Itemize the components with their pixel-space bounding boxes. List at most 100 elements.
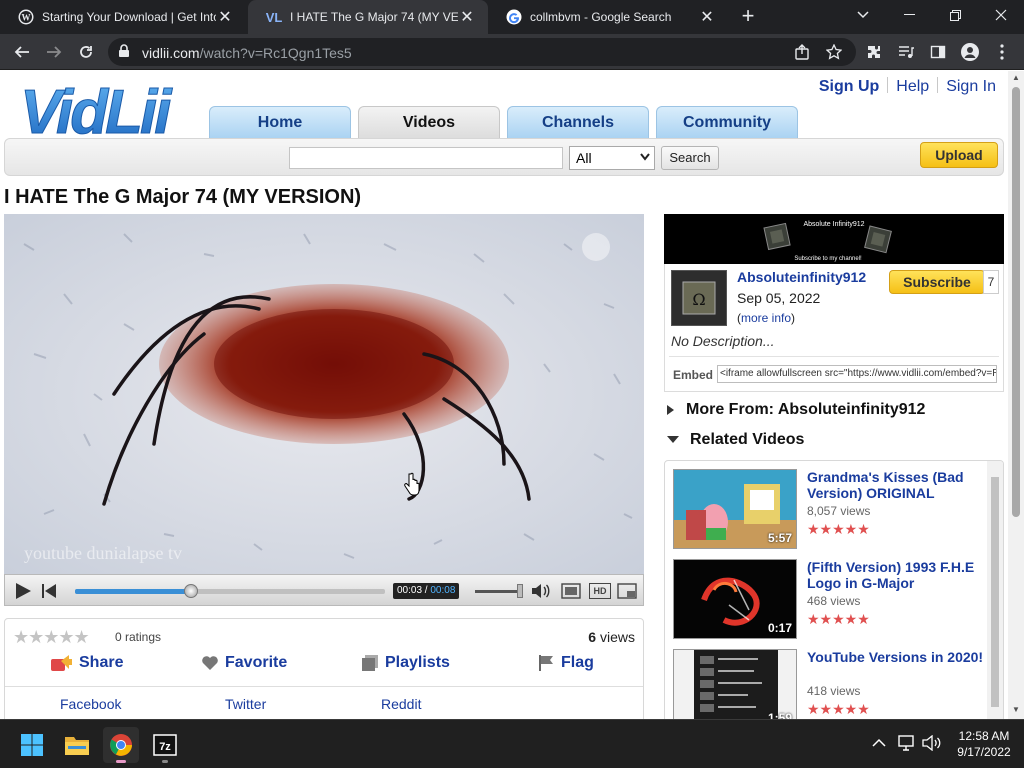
chrome-icon[interactable] <box>103 727 139 763</box>
page-scrollbar[interactable]: ▲ ▼ <box>1008 71 1024 719</box>
search-button[interactable]: Search <box>661 146 719 170</box>
file-explorer-icon[interactable] <box>59 727 95 763</box>
video-thumbnail[interactable]: 1:59 <box>673 649 797 719</box>
close-tab-icon[interactable]: ✕ <box>698 8 716 26</box>
video-thumbnail[interactable]: 0:17 <box>673 559 797 639</box>
volume-icon[interactable] <box>531 582 551 600</box>
share-button[interactable]: Share <box>49 652 123 674</box>
close-tab-icon[interactable]: ✕ <box>458 8 476 26</box>
scroll-up-icon[interactable]: ▲ <box>1012 73 1020 82</box>
volume-handle[interactable] <box>517 584 523 598</box>
channel-banner[interactable]: Absolute Infinity912 Subscribe to my cha… <box>664 214 1004 264</box>
channel-info-box: Ω Absoluteinfinity912 Sep 05, 2022 (more… <box>664 264 1004 392</box>
browser-tab-download[interactable]: W Starting Your Download | Get Into ✕ <box>0 0 246 34</box>
browser-tab-google[interactable]: collmbvm - Google Search ✕ <box>488 0 728 34</box>
nav-tab-home[interactable]: Home <box>209 106 351 139</box>
related-scrollbar[interactable] <box>987 461 1003 719</box>
7zip-icon[interactable]: 7z <box>147 727 183 763</box>
related-video-title[interactable]: (Fifth Version) 1993 F.H.E Logo in G-Maj… <box>807 559 989 591</box>
flag-button[interactable]: Flag <box>537 652 594 674</box>
forward-icon[interactable] <box>42 40 66 64</box>
channel-name-link[interactable]: Absoluteinfinity912 <box>737 269 866 285</box>
close-window-button[interactable] <box>978 0 1024 30</box>
minimize-button[interactable] <box>886 0 932 30</box>
reload-icon[interactable] <box>74 40 98 64</box>
seek-bar[interactable] <box>75 584 385 598</box>
reddit-link[interactable]: Reddit <box>381 696 421 712</box>
related-video-item[interactable]: 5:57 Grandma's Kisses (Bad Version) ORIG… <box>673 469 985 551</box>
nav-tab-community[interactable]: Community <box>656 106 798 139</box>
system-clock[interactable]: 12:58 AM 9/17/2022 <box>946 728 1022 760</box>
share-icon <box>51 655 72 671</box>
related-video-title[interactable]: Grandma's Kisses (Bad Version) ORIGINAL <box>807 469 989 501</box>
facebook-link[interactable]: Facebook <box>60 696 121 712</box>
extensions-icon[interactable] <box>862 40 886 64</box>
url-text: vidlii.com/watch?v=Rc1Qgn1Tes5 <box>142 45 352 61</box>
related-video-views: 8,057 views <box>807 504 871 518</box>
related-video-item[interactable]: 1:59 YouTube Versions in 2020! 418 views… <box>673 649 985 719</box>
scroll-down-icon[interactable]: ▼ <box>1012 705 1020 714</box>
rating-stars[interactable]: ★★★★★ <box>13 627 90 648</box>
related-video-item[interactable]: 0:17 (Fifth Version) 1993 F.H.E Logo in … <box>673 559 985 641</box>
sign-in-link[interactable]: Sign In <box>946 78 996 96</box>
network-icon[interactable] <box>898 735 916 751</box>
related-video-title[interactable]: YouTube Versions in 2020! <box>807 649 989 665</box>
media-control-icon[interactable] <box>894 40 918 64</box>
more-info-link[interactable]: more info <box>741 311 791 325</box>
profile-icon[interactable] <box>958 40 982 64</box>
help-link[interactable]: Help <box>896 78 929 96</box>
playlists-button[interactable]: Playlists <box>361 652 450 674</box>
channel-avatar[interactable]: Ω <box>671 270 727 326</box>
menu-kebab-icon[interactable] <box>990 40 1014 64</box>
search-input[interactable] <box>289 147 563 169</box>
favorite-button[interactable]: Favorite <box>201 652 287 674</box>
expand-right-icon <box>667 405 674 415</box>
fullscreen-icon[interactable] <box>617 583 637 599</box>
seek-handle[interactable] <box>184 584 199 598</box>
start-icon[interactable] <box>14 727 50 763</box>
tab-search-icon[interactable] <box>840 0 886 30</box>
side-panel-icon[interactable] <box>926 40 950 64</box>
more-from-header[interactable]: More From: Absoluteinfinity912 <box>666 401 925 419</box>
volume-slider[interactable] <box>475 584 523 598</box>
time-display: 00:03 / 00:08 <box>393 583 460 599</box>
tab-title: collmbvm - Google Search <box>530 10 672 24</box>
sign-up-link[interactable]: Sign Up <box>819 78 879 96</box>
browser-tab-vidlii[interactable]: VL I HATE The G Major 74 (MY VERSI ✕ <box>248 0 488 34</box>
twitter-link[interactable]: Twitter <box>225 696 266 712</box>
close-tab-icon[interactable]: ✕ <box>216 8 234 26</box>
back-icon[interactable] <box>10 40 34 64</box>
speaker-icon[interactable] <box>922 735 942 751</box>
video-player[interactable]: youtube dunialapse tv <box>4 214 644 574</box>
video-thumbnail[interactable]: 5:57 <box>673 469 797 549</box>
page-scrollbar-thumb[interactable] <box>1012 87 1020 517</box>
address-bar[interactable]: vidlii.com/watch?v=Rc1Qgn1Tes5 <box>108 38 856 66</box>
chevron-up-icon[interactable] <box>872 738 886 748</box>
heart-icon <box>202 656 218 670</box>
popout-icon[interactable] <box>561 583 581 599</box>
vidlii-logo[interactable]: VidLii <box>20 77 180 138</box>
subscribe-button[interactable]: Subscribe <box>889 270 985 294</box>
play-icon[interactable] <box>13 581 33 601</box>
new-tab-button[interactable]: + <box>736 5 760 29</box>
share-icon[interactable] <box>790 40 814 64</box>
svg-text:youtube dunialapse tv: youtube dunialapse tv <box>24 543 182 563</box>
nav-tab-channels[interactable]: Channels <box>507 106 649 139</box>
skip-back-icon[interactable] <box>41 581 57 601</box>
svg-text:Ω: Ω <box>692 290 705 309</box>
upload-button[interactable]: Upload <box>920 142 998 168</box>
seek-progress <box>75 589 192 594</box>
account-links: Sign Up Help Sign In <box>819 77 996 96</box>
active-app-indicator <box>116 760 126 763</box>
embed-code-field[interactable]: <iframe allowfullscreen src="https://www… <box>717 365 997 383</box>
related-videos-header[interactable]: Related Videos <box>666 431 804 449</box>
restore-button[interactable] <box>932 0 978 30</box>
search-scope-select[interactable]: All <box>569 146 655 170</box>
hd-toggle[interactable]: HD <box>589 583 611 599</box>
related-video-views: 468 views <box>807 594 861 608</box>
nav-tab-videos[interactable]: Videos <box>358 106 500 139</box>
running-app-indicator <box>162 760 168 763</box>
playlist-icon <box>362 655 378 671</box>
bookmark-star-icon[interactable] <box>822 40 846 64</box>
related-scrollbar-thumb[interactable] <box>991 477 999 707</box>
